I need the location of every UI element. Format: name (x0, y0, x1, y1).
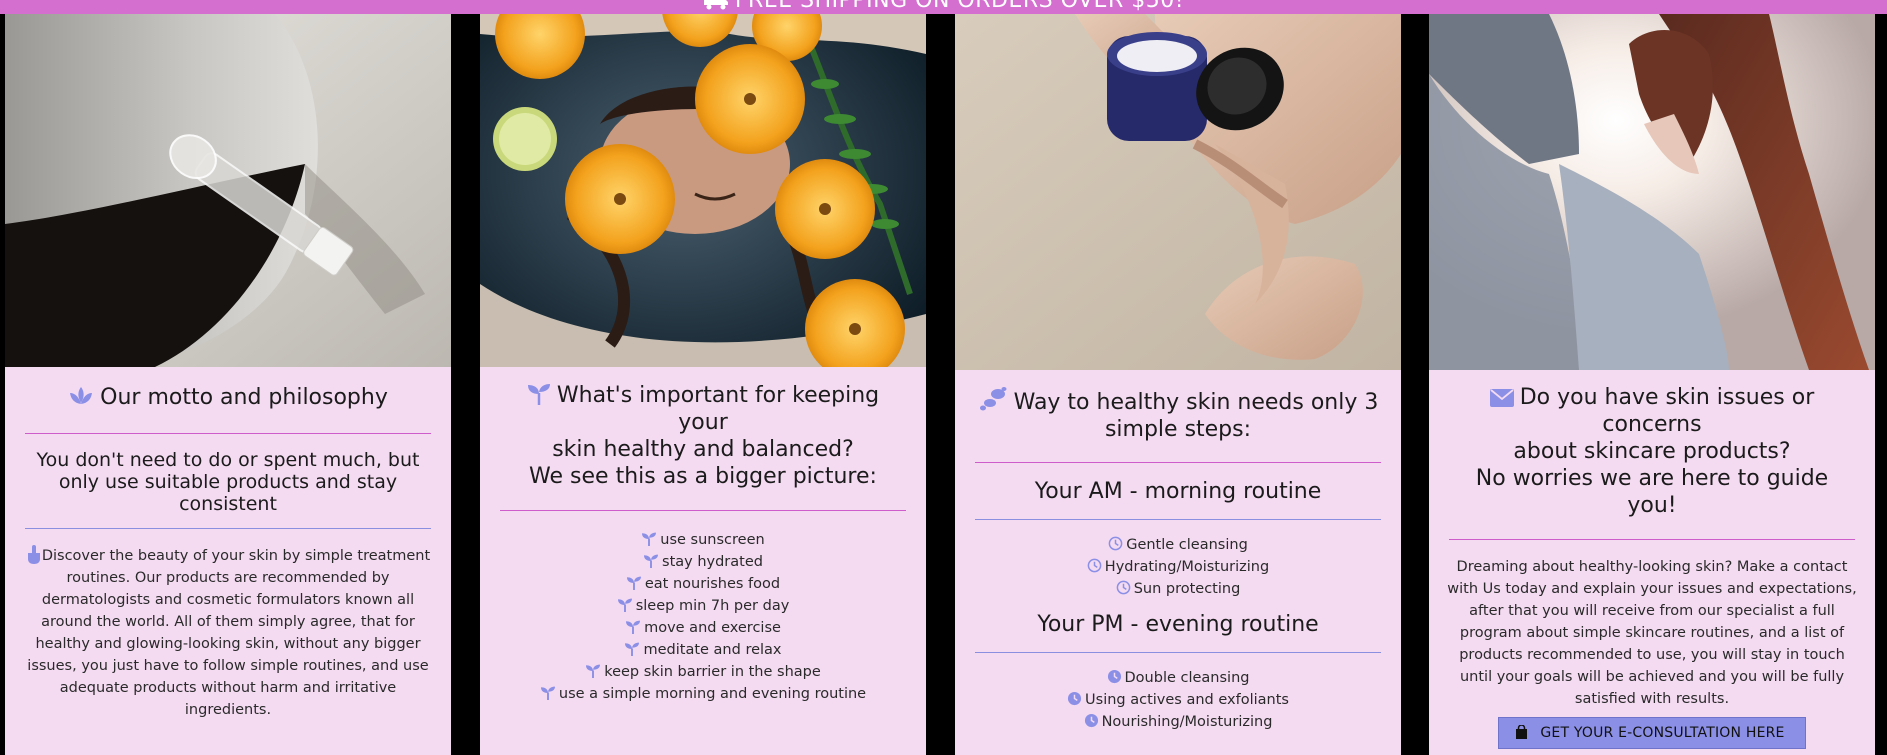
cream-jar-photo (955, 14, 1401, 370)
consultation-title-3: No worries we are here to guide you! (1475, 466, 1829, 518)
healthy-skin-title-2: skin healthy and balanced? (552, 437, 854, 462)
healthy-skin-panel: What's important for keeping your skin h… (480, 367, 926, 755)
hand-icon (27, 545, 40, 564)
citrus-bath-photo (480, 14, 926, 367)
am-routine-title: Your AM - morning routine (1034, 479, 1322, 504)
clock-icon (1087, 558, 1102, 573)
list-item-text: sleep min 7h per day (635, 598, 790, 614)
consultation-title-2: about skincare products? (1513, 439, 1791, 464)
consultation-panel: Do you have skin issues or concerns abou… (1429, 370, 1875, 755)
truck-icon (703, 0, 728, 10)
list-item-text: keep skin barrier in the shape (604, 664, 821, 680)
clock-icon (1116, 580, 1131, 595)
steps-panel: Way to healthy skin needs only 3 simple … (955, 370, 1401, 755)
woman-sunlight-photo (1429, 14, 1875, 370)
list-item: Gentle cleansing (955, 534, 1401, 556)
list-item: keep skin barrier in the shape (480, 661, 926, 683)
list-item-text: Sun protecting (1133, 581, 1241, 597)
list-item-text: Nourishing/Moisturizing (1101, 714, 1273, 730)
footsteps-icon (979, 387, 1007, 411)
steps-title-2: simple steps: (1104, 417, 1252, 442)
list-item: use sunscreen (480, 529, 926, 551)
dropper-bottle-photo (5, 14, 451, 367)
healthy-skin-card: What's important for keeping your skin h… (480, 14, 926, 755)
list-item: sleep min 7h per day (480, 595, 926, 617)
am-routine-list: Gentle cleansing Hydrating/Moisturizing … (955, 534, 1401, 600)
promo-bar: FREE SHIPPING ON ORDERS OVER $50! (0, 0, 1887, 14)
list-item: move and exercise (480, 617, 926, 639)
list-item: meditate and relax (480, 639, 926, 661)
shopping-bag-icon (1516, 725, 1528, 739)
philosophy-subheading: You don't need to do or spent much, but … (36, 449, 420, 515)
e-consultation-button[interactable]: GET YOUR E-CONSULTATION HERE (1498, 717, 1806, 749)
consultation-heading: Do you have skin issues or concerns abou… (1429, 384, 1875, 519)
clock-icon (1108, 536, 1123, 551)
philosophy-panel: Our motto and philosophy You don't need … (5, 367, 451, 755)
list-item-text: Using actives and exfoliants (1085, 692, 1289, 708)
list-item-text: meditate and relax (643, 642, 782, 658)
sprout-icon (625, 642, 640, 656)
philosophy-card: Our motto and philosophy You don't need … (5, 14, 451, 755)
e-consultation-button-label: GET YOUR E-CONSULTATION HERE (1540, 725, 1785, 741)
list-item-text: Double cleansing (1124, 670, 1250, 686)
philosophy-heading: Our motto and philosophy (5, 384, 451, 411)
sprout-icon (644, 554, 659, 568)
steps-heading: Way to healthy skin needs only 3 simple … (955, 386, 1401, 443)
sprout-icon (586, 664, 601, 678)
sprout-icon (626, 576, 641, 590)
cta-wrap: GET YOUR E-CONSULTATION HERE (1429, 717, 1875, 749)
divider-pink (1449, 539, 1855, 540)
healthy-skin-heading: What's important for keeping your skin h… (480, 382, 926, 490)
clock-icon (1107, 669, 1121, 684)
healthy-skin-title-3: We see this as a bigger picture: (529, 464, 877, 489)
list-item: Nourishing/Moisturizing (955, 711, 1401, 733)
divider-pink (25, 433, 431, 434)
divider-blue (975, 652, 1381, 653)
list-item-text: Hydrating/Moisturizing (1104, 559, 1270, 575)
philosophy-body: Discover the beauty of your skin by simp… (5, 544, 451, 721)
steps-heading-line1: Way to healthy skin needs only 3 (975, 386, 1381, 416)
divider-pink (975, 462, 1381, 463)
promo-text: FREE SHIPPING ON ORDERS OVER $50! (734, 0, 1185, 13)
divider-blue (25, 528, 431, 529)
list-item-text: move and exercise (644, 620, 781, 636)
list-item: stay hydrated (480, 551, 926, 573)
sprout-icon (626, 620, 641, 634)
list-item: Sun protecting (955, 578, 1401, 600)
consultation-heading-line1: Do you have skin issues or concerns (1449, 384, 1855, 438)
list-item: Double cleansing (955, 667, 1401, 689)
list-item: Hydrating/Moisturizing (955, 556, 1401, 578)
healthy-habits-list: use sunscreen stay hydrated eat nourishe… (480, 529, 926, 705)
philosophy-title: Our motto and philosophy (100, 385, 388, 410)
list-item: eat nourishes food (480, 573, 926, 595)
divider-pink (500, 510, 906, 511)
clock-icon (1067, 691, 1082, 706)
envelope-icon (1489, 389, 1514, 407)
sprout-icon (617, 598, 632, 612)
healthy-skin-heading-line1: What's important for keeping your (500, 382, 906, 436)
list-item-text: use a simple morning and evening routine (558, 686, 867, 702)
consultation-body: Dreaming about healthy-looking skin? Mak… (1447, 559, 1857, 707)
list-item: use a simple morning and evening routine (480, 683, 926, 705)
pm-routine-title: Your PM - evening routine (1037, 612, 1319, 637)
sprout-icon (642, 532, 657, 546)
clock-icon (1084, 713, 1098, 728)
list-item-text: use sunscreen (660, 532, 765, 548)
list-item: Using actives and exfoliants (955, 689, 1401, 711)
list-item-text: stay hydrated (662, 554, 763, 570)
philosophy-body-text: Discover the beauty of your skin by simp… (27, 548, 431, 718)
divider-blue (975, 519, 1381, 520)
steps-card: Way to healthy skin needs only 3 simple … (955, 14, 1401, 755)
promo-text-wrap: FREE SHIPPING ON ORDERS OVER $50! (0, 0, 1887, 13)
consultation-title-1: Do you have skin issues or concerns (1519, 385, 1815, 437)
lotus-icon (70, 387, 93, 404)
list-item-text: eat nourishes food (644, 576, 781, 592)
consultation-card: Do you have skin issues or concerns abou… (1429, 14, 1875, 755)
sprout-icon (540, 686, 555, 700)
healthy-skin-title-1: What's important for keeping your (556, 383, 880, 435)
steps-title-1: Way to healthy skin needs only 3 (1013, 390, 1379, 415)
sprout-icon (527, 384, 550, 405)
list-item-text: Gentle cleansing (1126, 537, 1248, 553)
pm-routine-list: Double cleansing Using actives and exfol… (955, 667, 1401, 733)
